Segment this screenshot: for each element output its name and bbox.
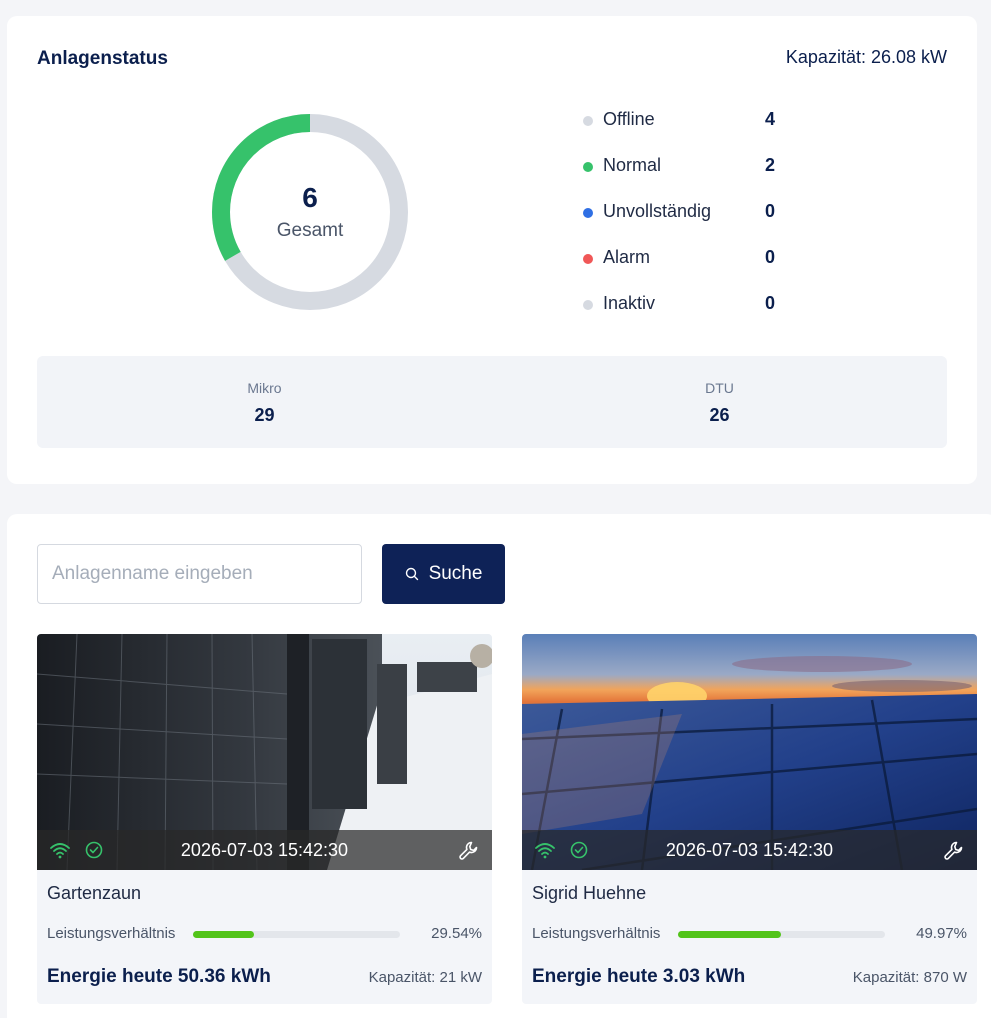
plant-status-bar: 2026-07-03 15:42:30 (522, 830, 977, 870)
search-button-label: Suche (428, 563, 483, 584)
wrench-icon[interactable] (942, 839, 966, 863)
micro-count: Mikro 29 (37, 356, 492, 448)
performance-ratio-label: Leistungsverhältnis (532, 925, 661, 942)
performance-ratio-bar (193, 931, 400, 938)
search-icon (405, 567, 418, 581)
legend-item-incomplete[interactable]: Unvollständig 0 (583, 196, 793, 242)
performance-ratio-label: Leistungsverhältnis (47, 925, 176, 942)
plant-status-bar: 2026-07-03 15:42:30 (37, 830, 492, 870)
legend-value: 0 (765, 201, 776, 221)
legend-item-offline[interactable]: Offline 4 (583, 104, 793, 150)
plant-card-sigrid-huehne[interactable]: 2026-07-03 15:42:30 Sigrid Huehne Leistu… (522, 634, 977, 1004)
alarm-dot-icon (583, 254, 593, 264)
legend-label: Alarm (603, 247, 651, 267)
wrench-icon[interactable] (457, 839, 481, 863)
legend-item-alarm[interactable]: Alarm 0 (583, 242, 793, 288)
energy-today: Energie heute 50.36 kWh (47, 966, 271, 987)
status-legend: Offline 4 Normal 2 Unvollständig 0 Alarm… (583, 104, 793, 334)
offline-dot-icon (583, 116, 593, 126)
total-plants-label: Gesamt (276, 220, 344, 241)
incomplete-dot-icon (583, 208, 593, 218)
plant-timestamp: 2026-07-03 15:42:30 (665, 840, 834, 860)
legend-value: 0 (765, 247, 776, 267)
plant-status-card: Anlagenstatus Kapazität: 26.08 kW 6 Gesa… (7, 16, 977, 484)
energy-today: Energie heute 3.03 kWh (532, 966, 746, 987)
normal-dot-icon (583, 162, 593, 172)
plant-name[interactable]: Sigrid Huehne (532, 883, 646, 904)
legend-value: 4 (765, 109, 776, 129)
performance-ratio-fill (193, 931, 255, 938)
search-button[interactable]: Suche (382, 544, 505, 604)
performance-ratio-fill (678, 931, 782, 938)
device-counts: Mikro 29 DTU 26 (37, 356, 947, 448)
legend-value: 2 (765, 155, 776, 175)
inactive-dot-icon (583, 300, 593, 310)
dtu-count-label: DTU (705, 380, 734, 396)
legend-label: Offline (603, 109, 655, 129)
plant-list-card: Suche (7, 514, 991, 1018)
legend-value: 0 (765, 293, 776, 313)
legend-label: Unvollständig (603, 201, 712, 221)
donut-center: 6 Gesamt (210, 112, 410, 312)
total-plants-count: 6 (302, 182, 318, 213)
legend-label: Inaktiv (603, 293, 656, 313)
plant-name[interactable]: Gartenzaun (47, 883, 141, 904)
performance-ratio-bar (678, 931, 885, 938)
plant-capacity: Kapazität: 870 W (852, 969, 967, 986)
performance-ratio-value: 29.54% (431, 925, 482, 942)
micro-count-label: Mikro (247, 380, 282, 396)
plant-card-gartenzaun[interactable]: 2026-07-03 15:42:30 Gartenzaun Leistungs… (37, 634, 492, 1004)
performance-ratio-value: 49.97% (916, 925, 967, 942)
plant-search-input[interactable] (37, 544, 362, 604)
legend-label: Normal (603, 155, 662, 175)
status-title: Anlagenstatus (37, 48, 168, 69)
plant-timestamp: 2026-07-03 15:42:30 (180, 840, 349, 860)
micro-count-value: 29 (254, 405, 275, 425)
dtu-count: DTU 26 (492, 356, 947, 448)
dtu-count-value: 26 (709, 405, 730, 425)
legend-item-normal[interactable]: Normal 2 (583, 150, 793, 196)
legend-item-inactive[interactable]: Inaktiv 0 (583, 288, 793, 334)
total-capacity: Kapazität: 26.08 kW (785, 47, 947, 67)
plant-capacity: Kapazität: 21 kW (368, 969, 482, 986)
